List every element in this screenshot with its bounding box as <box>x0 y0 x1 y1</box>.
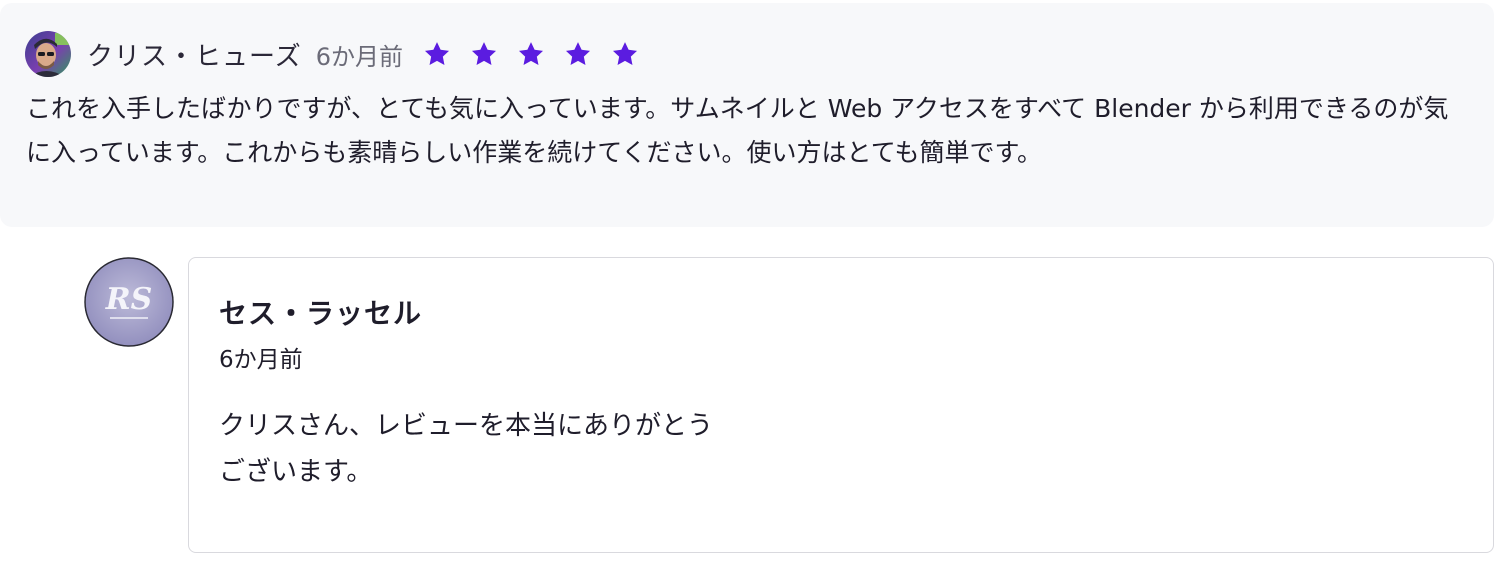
reply-timestamp: 6か月前 <box>219 347 303 373</box>
review-card: クリス・ヒューズ 6か月前 これを入手したばかりですが、とても気に入っています。… <box>0 3 1494 227</box>
star-icon <box>424 42 450 65</box>
star-icon <box>612 42 638 65</box>
user-avatar-icon <box>25 31 71 77</box>
reply-author-name[interactable]: セス・ラッセル <box>219 292 422 332</box>
review-text: これを入手したばかりですが、とても気に入っています。サムネイルと Web アクセ… <box>26 94 1449 167</box>
star-icon <box>471 42 497 65</box>
review-timestamp: 6か月前 <box>315 42 403 71</box>
reviewer-avatar[interactable] <box>25 31 71 77</box>
reply-card: セス・ラッセル 6か月前 クリスさん、レビューを本当にありがとう ございます。 <box>188 257 1494 553</box>
reviewer-name[interactable]: クリス・ヒューズ <box>87 36 302 73</box>
star-rating <box>423 40 639 68</box>
star-icon <box>565 42 591 65</box>
rs-logo-avatar-icon: RS <box>84 257 174 347</box>
star-icon <box>518 42 544 65</box>
review-header: クリス・ヒューズ 6か月前 <box>25 31 639 77</box>
rs-logo-text: RS <box>105 282 153 317</box>
reply-text: クリスさん、レビューを本当にありがとう ございます。 <box>219 411 714 487</box>
reply-avatar[interactable]: RS <box>84 257 174 347</box>
